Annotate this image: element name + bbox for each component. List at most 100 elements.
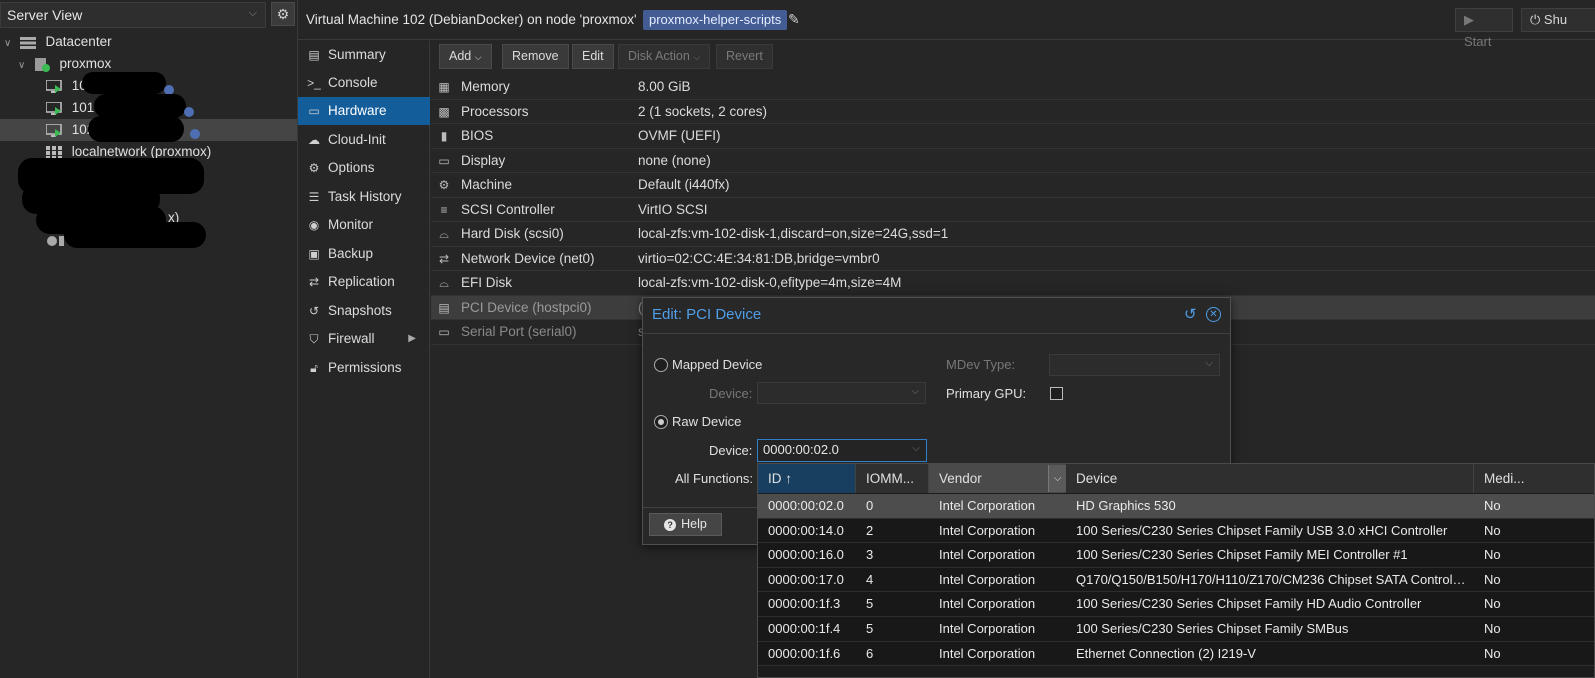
mapped-device-select[interactable]: ⌵ [757, 382, 926, 404]
hardware-row-machine[interactable]: ⚙ Machine Default (i440fx) [431, 173, 1595, 198]
primary-gpu-checkbox[interactable] [1050, 387, 1063, 400]
nav-item-backup[interactable]: ▣ Backup [298, 240, 430, 268]
start-button[interactable]: ▶ Start [1455, 8, 1513, 49]
pci-row-selected[interactable]: 0000:00:02.0 0 Intel Corporation HD Grap… [758, 494, 1594, 519]
nav-item-task-history[interactable]: ☰ Task History [298, 183, 430, 211]
hardware-row-bios[interactable]: ▮ BIOS OVMF (UEFI) [431, 124, 1595, 149]
raw-device-radio[interactable] [654, 415, 668, 429]
terminal-icon: >_ [307, 76, 321, 90]
hardware-row-efi-disk[interactable]: ⌓ EFI Disk local-zfs:vm-102-disk-0,efity… [431, 271, 1595, 296]
all-functions-label: All Functions: [675, 471, 754, 486]
pci-iommu: 5 [866, 621, 874, 636]
nav-item-console[interactable]: >_ Console [298, 69, 430, 97]
pencil-icon[interactable]: ✎ [788, 11, 800, 28]
hdd-icon: ⌓ [439, 227, 449, 241]
chevron-down-icon: ⌵ [911, 386, 919, 397]
floppy-icon: ▣ [308, 247, 320, 261]
expand-arrow-icon[interactable]: ▶ [408, 325, 416, 353]
redaction-mark [88, 116, 184, 142]
pci-iommu: 4 [866, 571, 874, 587]
nav-item-replication[interactable]: ⇄ Replication [298, 268, 430, 296]
column-header-vendor[interactable]: Vendor [929, 464, 1066, 493]
tree-item-datacenter[interactable]: ∨ Datacenter [0, 31, 297, 53]
shutdown-button[interactable]: ⏻ Shu [1521, 8, 1595, 32]
disk-action-button[interactable]: Disk Action ⌵ [618, 44, 711, 69]
pci-mdev: No [1484, 621, 1501, 636]
hardware-row-hard-disk[interactable]: ⌓ Hard Disk (scsi0) local-zfs:vm-102-dis… [431, 222, 1595, 247]
pci-device: Q170/Q150/B150/H170/H110/Z170/CM236 Chip… [1076, 571, 1468, 587]
nav-item-summary[interactable]: ▤ Summary [298, 41, 430, 69]
nav-item-permissions[interactable]: 🔓︎ Permissions [298, 354, 430, 382]
pci-row[interactable]: 0000:00:1f.3 5 Intel Corporation 100 Ser… [758, 592, 1594, 617]
mdev-type-select[interactable]: ⌵ [1049, 354, 1220, 376]
collapse-icon[interactable]: ∨ [18, 55, 30, 77]
power-icon: ⏻ [1530, 12, 1541, 27]
cpu-icon: ▩ [438, 104, 450, 119]
pci-device: 100 Series/C230 Series Chipset Family ME… [1076, 547, 1408, 563]
tag-badge[interactable]: proxmox-helper-scripts [643, 10, 788, 30]
play-icon: ▶ [1464, 12, 1474, 27]
hdd-icon: ⌓ [439, 276, 449, 290]
reset-icon[interactable]: ↺ [1184, 305, 1197, 323]
nav-item-cloud-init[interactable]: ☁ Cloud-Init [298, 126, 430, 154]
pci-mdev: No [1484, 522, 1501, 538]
revert-button[interactable]: Revert [716, 44, 773, 69]
hardware-row-network-device[interactable]: ⇄ Network Device (net0) virtio=02:CC:4E:… [431, 247, 1595, 271]
nav-item-firewall[interactable]: ⛉ Firewall ▶ [298, 325, 430, 353]
pci-id: 0000:00:16.0 [768, 547, 844, 563]
memory-icon: ▦ [438, 80, 450, 94]
pci-device: HD Graphics 530 [1076, 498, 1176, 513]
pci-card-icon: ▤ [438, 300, 450, 315]
pci-row[interactable]: 0000:00:17.0 4 Intel Corporation Q170/Q1… [758, 567, 1594, 593]
pci-id: 0000:00:17.0 [768, 571, 844, 587]
hardware-row-display[interactable]: ▭ Display none (none) [431, 149, 1595, 173]
question-icon: ? [664, 519, 677, 531]
column-header-iommu[interactable]: IOMM... [856, 464, 929, 493]
pci-iommu: 2 [866, 522, 874, 538]
pci-vendor: Intel Corporation [939, 498, 1036, 513]
nav-item-hardware[interactable]: ▭ Hardware [298, 97, 430, 125]
remove-button[interactable]: Remove [502, 44, 569, 69]
pci-mdev: No [1484, 498, 1501, 513]
hardware-row-memory[interactable]: ▦ Memory 8.00 GiB [431, 75, 1595, 100]
hardware-row-scsi-controller[interactable]: ≡ SCSI Controller VirtIO SCSI [431, 198, 1595, 222]
column-header-device[interactable]: Device [1066, 464, 1474, 493]
column-header-id[interactable]: ID ↑ [758, 464, 856, 493]
redaction-mark [64, 222, 206, 248]
close-icon[interactable]: ✕ [1206, 307, 1221, 322]
pci-id: 0000:00:1f.6 [768, 645, 841, 661]
mapped-device-radio[interactable] [654, 358, 668, 372]
redaction-mark [94, 94, 186, 118]
add-button[interactable]: Add ⌵ [439, 44, 492, 69]
nav-item-snapshots[interactable]: ↺ Snapshots [298, 297, 430, 325]
pci-row[interactable]: 0000:00:14.0 2 Intel Corporation 100 Ser… [758, 518, 1594, 544]
hardware-row-processors[interactable]: ▩ Processors 2 (1 sockets, 2 cores) [431, 100, 1595, 124]
tree-item-label: localnetwork (proxmox) [71, 144, 212, 159]
nav-item-monitor[interactable]: ◉ Monitor [298, 211, 430, 239]
divider [643, 333, 1230, 334]
pci-row[interactable]: 0000:00:16.0 3 Intel Corporation 100 Ser… [758, 543, 1594, 568]
edit-button[interactable]: Edit [572, 44, 614, 69]
column-header-mdev[interactable]: Medi... [1474, 464, 1594, 493]
history-icon: ↺ [308, 304, 320, 318]
mdev-type-label: MDev Type: [946, 357, 1016, 372]
chevron-down-icon: ⌵ [912, 443, 920, 454]
pci-row[interactable]: 0000:00:1f.4 5 Intel Corporation 100 Ser… [758, 617, 1594, 642]
column-menu-trigger-icon[interactable]: ⌵ [1048, 465, 1066, 492]
unlock-icon: 🔓︎ [310, 361, 318, 375]
vm-running-icon [45, 123, 62, 138]
gear-icon[interactable]: ⚙ [271, 2, 295, 26]
nav-item-options[interactable]: ⚙ Options [298, 154, 430, 182]
collapse-icon[interactable]: ∨ [4, 33, 16, 55]
view-selector[interactable]: Server View ⌵ [0, 2, 266, 28]
cloud-icon: ☁ [308, 133, 320, 147]
tree-item-label: proxmox [59, 56, 112, 71]
pci-vendor: Intel Corporation [939, 522, 1036, 538]
help-button[interactable]: ? Help [649, 513, 722, 536]
pci-row[interactable]: 0000:00:1f.6 6 Intel Corporation Etherne… [758, 641, 1594, 667]
primary-gpu-label: Primary GPU: [946, 386, 1027, 401]
pci-device: 100 Series/C230 Series Chipset Family HD… [1076, 596, 1422, 612]
raw-device-select[interactable]: 0000:00:02.0 ⌵ [757, 439, 927, 462]
chevron-down-icon: ⌵ [693, 52, 701, 62]
retweet-icon: ⇄ [308, 275, 320, 289]
